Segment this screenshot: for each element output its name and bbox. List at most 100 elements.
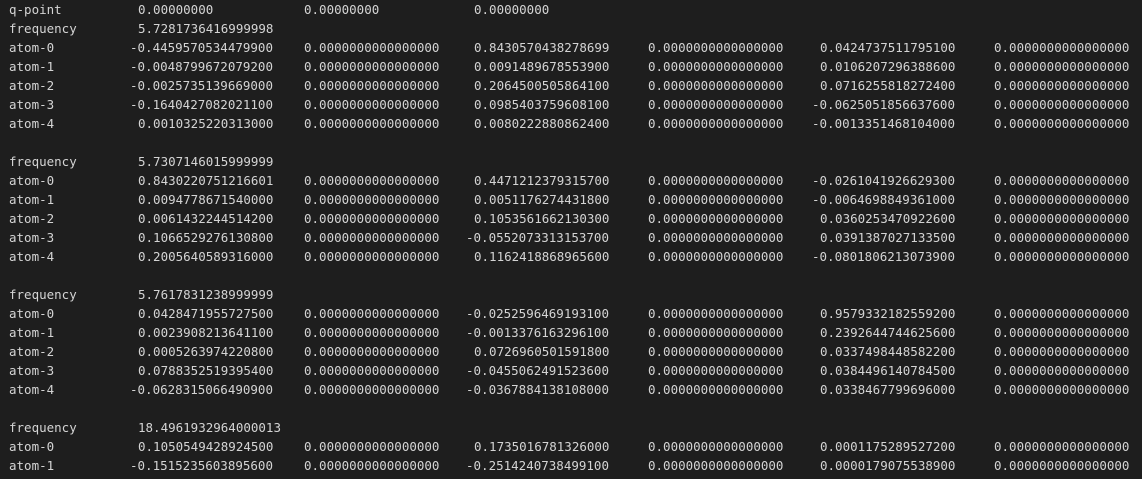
atom-component-value: 0.0000000000000000 [994,249,1130,264]
atom-component-value: 0.0000000000000000 [648,116,784,131]
atom-component-value: 0.9579332182559200 [820,306,956,321]
atom-component-value: 0.0726960501591800 [474,344,610,359]
atom-line: atom-1 0.0094778671540000 0.00000000000000… [0,190,1142,209]
atom-component-value: 0.1162418868965600 [474,249,610,264]
atom-component-value: 0.0000000000000000 [304,306,440,321]
atom-component-value: 0.0000000000000000 [994,344,1130,359]
atom-component-value: 0.0000000000000000 [648,439,784,454]
atom-line: atom-2 0.0005263974220800 0.00000000000000… [0,342,1142,361]
atom-line: atom-0 -0.4459570534479900 0.0000000000000… [0,38,1142,57]
atom-label: atom-1 [9,325,55,340]
atom-component-value: 0.0000000000000000 [304,344,440,359]
atom-component-value: 0.0000000000000000 [994,97,1130,112]
atom-component-value: 0.4471212379315700 [474,173,610,188]
atom-line: atom-4 -0.0628315066490900 0.0000000000000… [0,380,1142,399]
atom-component-value: 0.0000000000000000 [304,97,440,112]
qpoint-label: q-point [9,2,62,17]
atom-label: atom-0 [9,173,55,188]
atom-component-value: 0.0985403759608100 [474,97,610,112]
atom-component-value: 0.0000000000000000 [994,363,1130,378]
atom-component-value: 0.0000000000000000 [648,382,784,397]
atom-component-value: 0.0000000000000000 [304,40,440,55]
frequency-label: frequency [9,287,77,302]
atom-component-value: 0.0000000000000000 [648,344,784,359]
atom-component-value: -0.0064698849361000 [812,192,955,207]
atom-component-value: 0.0000179075538900 [820,458,956,473]
atom-line: atom-1 0.0023908213641100 0.00000000000000… [0,323,1142,342]
atom-component-value: 0.0000000000000000 [304,173,440,188]
atom-component-value: 0.0000000000000000 [994,458,1130,473]
atom-component-value: 0.0061432244514200 [138,211,274,226]
atom-component-value: 0.0716255818272400 [820,78,956,93]
atom-component-value: 0.2005640589316000 [138,249,274,264]
atom-label: atom-0 [9,439,55,454]
atom-component-value: 0.0000000000000000 [304,78,440,93]
atom-component-value: 0.0000000000000000 [648,325,784,340]
frequency-value: 5.7281736416999998 [138,21,274,36]
atom-line: atom-3 -0.1640427082021100 0.0000000000000… [0,95,1142,114]
atom-line: atom-0 0.1050549428924500 0.00000000000000… [0,437,1142,456]
atom-component-value: 0.0424737511795100 [820,40,956,55]
atom-component-value: 0.0005263974220800 [138,344,274,359]
atom-component-value: -0.0801806213073900 [812,249,955,264]
frequency-line: frequency 18.4961932964000013 [0,418,1142,437]
atom-line: atom-1 -0.1515235603895600 0.0000000000000… [0,456,1142,475]
atom-component-value: 0.0000000000000000 [648,78,784,93]
atom-component-value: 0.0000000000000000 [994,192,1130,207]
atom-component-value: 0.0428471955727500 [138,306,274,321]
atom-label: atom-4 [9,249,55,264]
atom-component-value: 0.0000000000000000 [648,40,784,55]
atom-component-value: 0.0000000000000000 [648,306,784,321]
atom-label: atom-1 [9,59,55,74]
qpoint-value: 0.00000000 [304,2,380,17]
atom-component-value: -0.0455062491523600 [466,363,609,378]
atom-line: atom-0 0.8430220751216601 0.00000000000000… [0,171,1142,190]
atom-component-value: 0.0000000000000000 [994,40,1130,55]
atom-component-value: 0.0000000000000000 [304,192,440,207]
atom-component-value: 0.0023908213641100 [138,325,274,340]
atom-line: atom-4 0.0010325220313000 0.00000000000000… [0,114,1142,133]
atom-component-value: 0.0788352519395400 [138,363,274,378]
atom-component-value: 0.0000000000000000 [994,382,1130,397]
atom-component-value: -0.1515235603895600 [130,458,273,473]
atom-line: atom-2 0.0061432244514200 0.00000000000000… [0,209,1142,228]
frequency-label: frequency [9,154,77,169]
text-editor[interactable]: q-point 0.00000000 0.00000000 0.00000000… [0,0,1142,479]
atom-component-value: 0.1066529276130800 [138,230,274,245]
frequency-line: frequency 5.7617831238999999 [0,285,1142,304]
atom-component-value: 0.0091489678553900 [474,59,610,74]
frequency-value: 5.7307146015999999 [138,154,274,169]
atom-component-value: 0.0000000000000000 [994,211,1130,226]
atom-component-value: 0.0000000000000000 [304,325,440,340]
atom-component-value: -0.0261041926629300 [812,173,955,188]
atom-line: atom-3 0.0788352519395400 0.00000000000000… [0,361,1142,380]
atom-component-value: 0.0051176274431800 [474,192,610,207]
atom-label: atom-3 [9,97,55,112]
frequency-label: frequency [9,420,77,435]
frequency-value: 5.7617831238999999 [138,287,274,302]
atom-component-value: 0.0000000000000000 [994,116,1130,131]
atom-component-value: 0.2392644744625600 [820,325,956,340]
atom-component-value: 0.0000000000000000 [648,97,784,112]
atom-component-value: 0.0094778671540000 [138,192,274,207]
atom-component-value: 0.0000000000000000 [994,173,1130,188]
frequency-line: frequency 5.7281736416999998 [0,19,1142,38]
atom-line: atom-0 0.0428471955727500 0.00000000000000… [0,304,1142,323]
atom-component-value: 0.0000000000000000 [304,363,440,378]
atom-component-value: 0.0106207296388600 [820,59,956,74]
atom-component-value: 0.0000000000000000 [304,382,440,397]
frequency-value: 18.4961932964000013 [138,420,281,435]
atom-component-value: 0.0391387027133500 [820,230,956,245]
qpoint-line: q-point 0.00000000 0.00000000 0.00000000 [0,0,1142,19]
eigenvector-listing: frequency 5.7281736416999998 atom-0 -0.4459… [0,19,1142,475]
atom-component-value: 0.0000000000000000 [304,116,440,131]
atom-component-value: 0.0000000000000000 [994,230,1130,245]
atom-label: atom-3 [9,363,55,378]
atom-component-value: -0.0048799672079200 [130,59,273,74]
atom-component-value: 0.0000000000000000 [304,230,440,245]
atom-component-value: -0.0367884138108000 [466,382,609,397]
qpoint-value: 0.00000000 [474,2,550,17]
atom-component-value: 0.0000000000000000 [304,211,440,226]
atom-label: atom-4 [9,382,55,397]
atom-component-value: 0.0000000000000000 [994,306,1130,321]
